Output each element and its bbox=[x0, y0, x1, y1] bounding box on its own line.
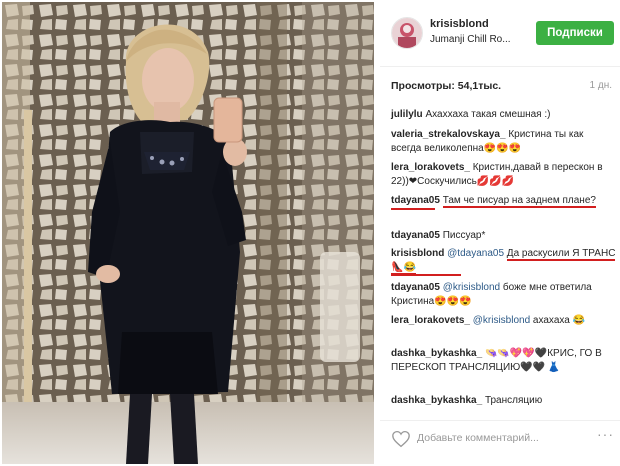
comment-item: krisisblond @tdayana05 Да раскусили Я ТР… bbox=[391, 247, 616, 275]
view-count: Просмотры: 54,1тыс. bbox=[391, 80, 502, 92]
follow-button[interactable]: Подписки bbox=[536, 21, 614, 45]
comment-username[interactable]: valeria_strekalovskaya_ bbox=[391, 129, 506, 140]
highlight-underline bbox=[391, 274, 461, 276]
instagram-post-window: krisisblond Jumanji Chill Ro... Подписки… bbox=[0, 0, 620, 466]
post-age: 1 дн. bbox=[589, 80, 612, 91]
comment-username[interactable]: lera_lorakovets_ bbox=[391, 162, 470, 173]
comment-username[interactable]: dashka_bykashka_ bbox=[391, 395, 482, 406]
mirror-selfie-image bbox=[2, 2, 374, 464]
comment-username[interactable]: julilylu bbox=[391, 109, 423, 120]
footer-divider bbox=[380, 420, 620, 421]
header-divider bbox=[380, 66, 620, 67]
comment-item: tdayana05 Писсуар* bbox=[391, 229, 616, 243]
ellipsis-icon[interactable]: ··· bbox=[597, 426, 614, 442]
comment-text: Там че писуар на заднем плане? bbox=[442, 195, 596, 208]
comment-username[interactable]: krisisblond bbox=[391, 248, 444, 259]
comment-username[interactable]: lera_lorakovets_ bbox=[391, 315, 470, 326]
comment-item: lera_lorakovets_ @krisisblond ахахаха 😂 bbox=[391, 314, 616, 328]
comment-text: Писсуар* bbox=[442, 230, 486, 241]
comment-username[interactable]: dashka_bykashka_ bbox=[391, 348, 482, 359]
comment-item: valeria_strekalovskaya_ Кристина ты как … bbox=[391, 128, 616, 155]
post-details-panel: krisisblond Jumanji Chill Ro... Подписки… bbox=[380, 0, 620, 466]
post-location[interactable]: Jumanji Chill Ro... bbox=[430, 34, 511, 45]
comment-username[interactable]: tdayana05 bbox=[391, 282, 440, 293]
comment-text: Ахаххаха такая смешная :) bbox=[425, 109, 551, 120]
comment-item: julilylu Ахаххаха такая смешная :) bbox=[391, 108, 616, 122]
comment-item: tdayana05 Там че писуар на заднем плане? bbox=[391, 194, 616, 208]
avatar-image bbox=[392, 18, 422, 48]
avatar[interactable] bbox=[391, 17, 423, 49]
post-photo[interactable] bbox=[2, 2, 374, 464]
comment-item: lera_lorakovets_ Кристин,давай в переско… bbox=[391, 161, 616, 188]
comment-item: dashka_bykashka_ 👒👒💖💖🖤КРИС, ГО В ПЕРЕСКО… bbox=[391, 347, 616, 374]
highlight-underline bbox=[391, 208, 435, 210]
comment-item: dashka_bykashka_ Трансляцию bbox=[391, 394, 616, 408]
comment-item: tdayana05 @krisisblond боже мне ответила… bbox=[391, 281, 616, 308]
comment-mention[interactable]: @krisisblond bbox=[473, 315, 530, 326]
comment-text: ахахаха 😂 bbox=[532, 315, 586, 326]
post-header: krisisblond Jumanji Chill Ro... Подписки bbox=[380, 0, 620, 66]
comment-username[interactable]: tdayana05 bbox=[391, 195, 440, 206]
post-username[interactable]: krisisblond bbox=[430, 18, 489, 30]
comment-username[interactable]: tdayana05 bbox=[391, 230, 440, 241]
add-comment-input[interactable] bbox=[417, 430, 587, 446]
comment-text: Трансляцию bbox=[484, 395, 543, 406]
heart-outline-icon[interactable] bbox=[391, 430, 411, 448]
comment-mention[interactable]: @tdayana05 bbox=[447, 248, 504, 259]
comment-mention[interactable]: @krisisblond bbox=[443, 282, 500, 293]
